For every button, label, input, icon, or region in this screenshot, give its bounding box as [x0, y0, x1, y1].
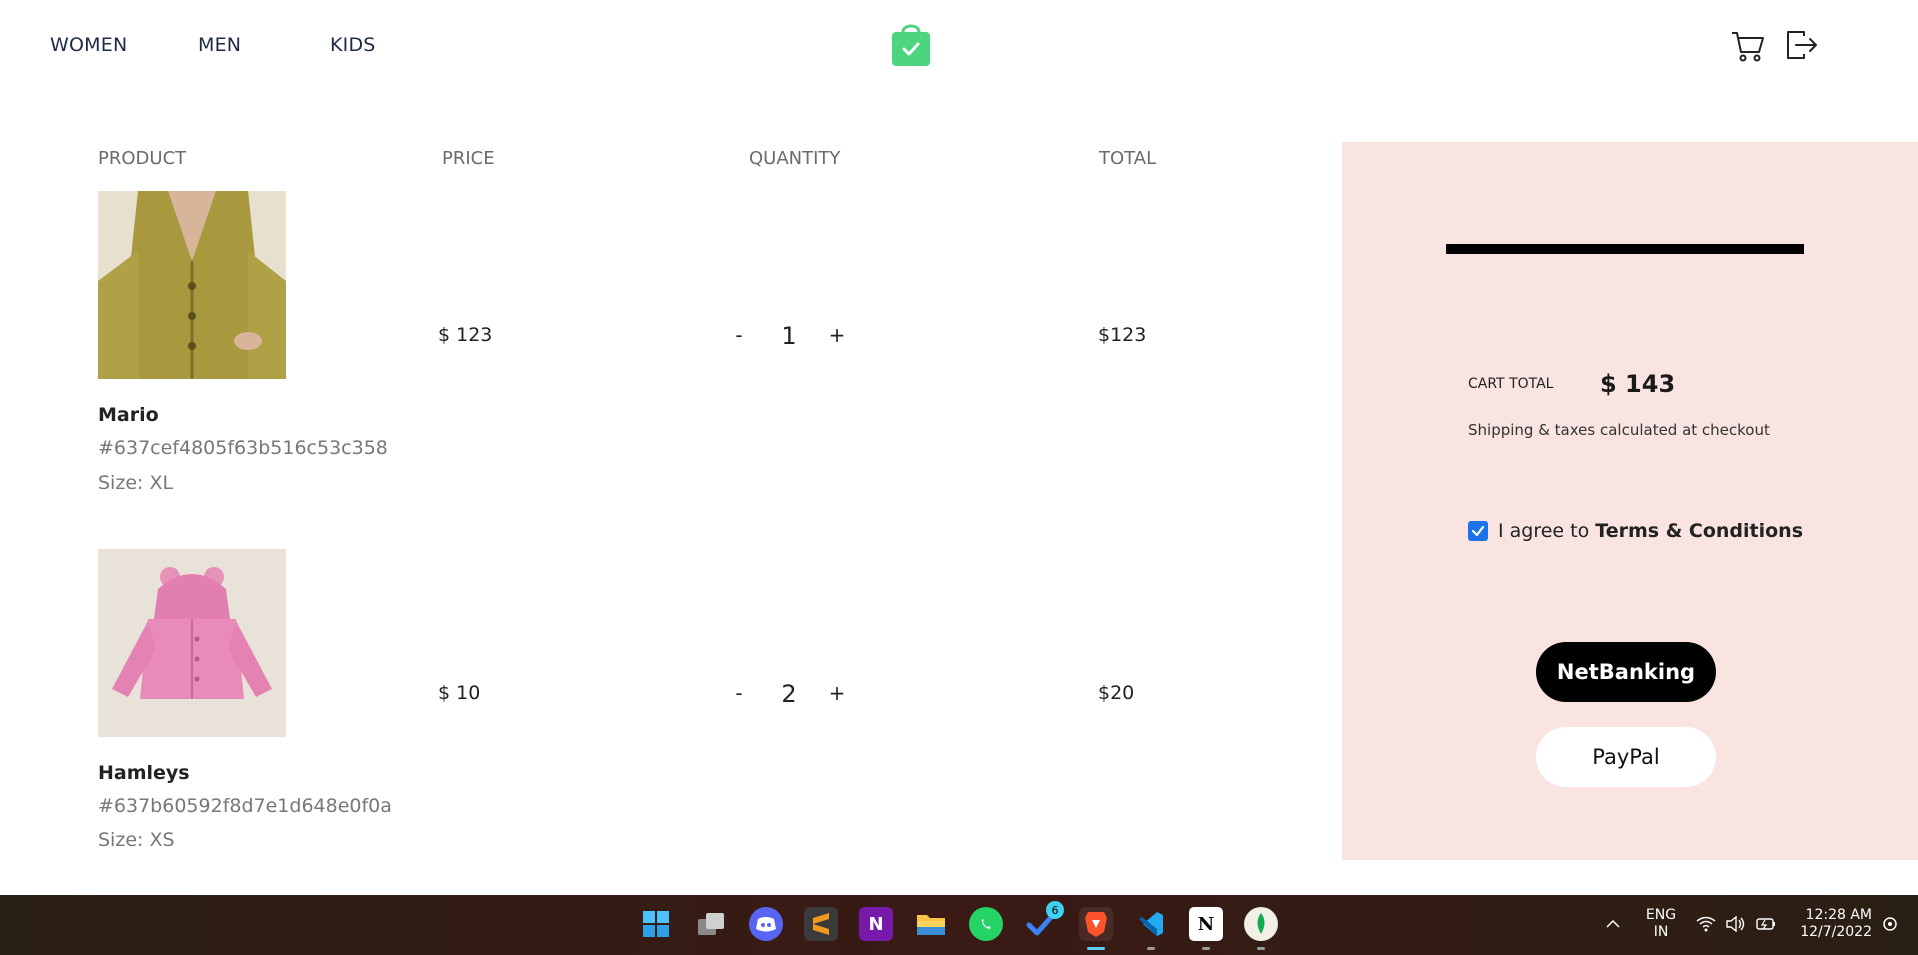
battery-icon[interactable] [1754, 907, 1778, 941]
cart-total-label: CART TOTAL [1468, 376, 1554, 392]
product-price: $ 10 [438, 682, 481, 704]
product-price: $ 123 [438, 324, 493, 346]
language-indicator[interactable]: ENG IN [1645, 907, 1677, 941]
column-header-quantity: QUANTITY [749, 148, 841, 169]
running-indicator [1202, 947, 1210, 950]
notification-settings-icon[interactable] [1878, 907, 1902, 941]
terms-checkbox[interactable] [1468, 521, 1488, 541]
paypal-button[interactable]: PayPal [1536, 727, 1716, 787]
clock[interactable]: 12:28 AM 12/7/2022 [1792, 907, 1872, 941]
notification-badge: 6 [1046, 901, 1064, 919]
nav-women[interactable]: WOMEN [50, 34, 127, 56]
quantity-increase-button[interactable]: + [827, 681, 847, 705]
column-header-price: PRICE [442, 148, 495, 169]
language-code: ENG [1645, 907, 1677, 923]
region-code: IN [1653, 924, 1669, 940]
clock-date: 12/7/2022 [1800, 924, 1872, 940]
windows-start-icon[interactable] [639, 907, 673, 941]
column-header-total: TOTAL [1099, 148, 1157, 169]
quantity-decrease-button[interactable]: - [729, 681, 749, 705]
running-indicator [1257, 947, 1265, 950]
summary-divider [1446, 244, 1804, 254]
taskbar: N 6 N ENG IN 12:28 AM 12/7/2022 [0, 895, 1918, 955]
sublime-text-icon[interactable] [804, 907, 838, 941]
mongodb-compass-icon[interactable] [1244, 907, 1278, 941]
top-navigation: WOMEN MEN KIDS [0, 0, 1918, 95]
quantity-increase-button[interactable]: + [827, 323, 847, 347]
whatsapp-icon[interactable] [969, 907, 1003, 941]
notion-icon[interactable]: N [1189, 907, 1223, 941]
line-total: $123 [1098, 324, 1147, 346]
quantity-decrease-button[interactable]: - [729, 323, 749, 347]
volume-icon[interactable] [1724, 907, 1748, 941]
wifi-icon[interactable] [1694, 907, 1718, 941]
nav-men[interactable]: MEN [198, 34, 241, 56]
shipping-note: Shipping & taxes calculated at checkout [1468, 421, 1770, 439]
file-explorer-icon[interactable] [914, 907, 948, 941]
quantity-value: 1 [781, 322, 797, 350]
discord-icon[interactable] [749, 907, 783, 941]
logout-icon[interactable] [1784, 28, 1820, 64]
terms-prefix: I agree to [1498, 520, 1596, 542]
vscode-icon[interactable] [1134, 907, 1168, 941]
cart-summary-panel: CART TOTAL $ 143 Shipping & taxes calcul… [1342, 142, 1918, 860]
shopping-bag-logo-icon[interactable] [890, 20, 932, 68]
terms-agreement: I agree to Terms & Conditions [1468, 520, 1803, 542]
product-image-mario[interactable] [98, 191, 286, 379]
task-view-icon[interactable] [694, 907, 728, 941]
netbanking-button[interactable]: NetBanking [1536, 642, 1716, 702]
onenote-icon[interactable]: N [859, 907, 893, 941]
product-size: Size: XS [98, 829, 175, 851]
terms-link[interactable]: Terms & Conditions [1595, 520, 1803, 542]
product-id: #637b60592f8d7e1d648e0f0a [98, 795, 392, 817]
clock-time: 12:28 AM [1805, 907, 1872, 923]
product-image-hamleys[interactable] [98, 549, 286, 737]
chevron-up-icon[interactable] [1601, 907, 1625, 941]
brave-browser-icon[interactable] [1079, 907, 1113, 941]
product-name: Hamleys [98, 762, 190, 784]
nav-kids[interactable]: KIDS [330, 34, 376, 56]
line-total: $20 [1098, 682, 1135, 704]
column-header-product: PRODUCT [98, 148, 187, 169]
todo-icon[interactable]: 6 [1024, 901, 1064, 941]
product-id: #637cef4805f63b516c53c358 [98, 437, 388, 459]
active-app-indicator [1087, 947, 1105, 950]
cart-icon[interactable] [1730, 28, 1766, 64]
product-name: Mario [98, 404, 159, 426]
product-size: Size: XL [98, 472, 174, 494]
quantity-value: 2 [781, 680, 797, 708]
cart-total-value: $ 143 [1600, 370, 1676, 398]
running-indicator [1147, 947, 1155, 950]
